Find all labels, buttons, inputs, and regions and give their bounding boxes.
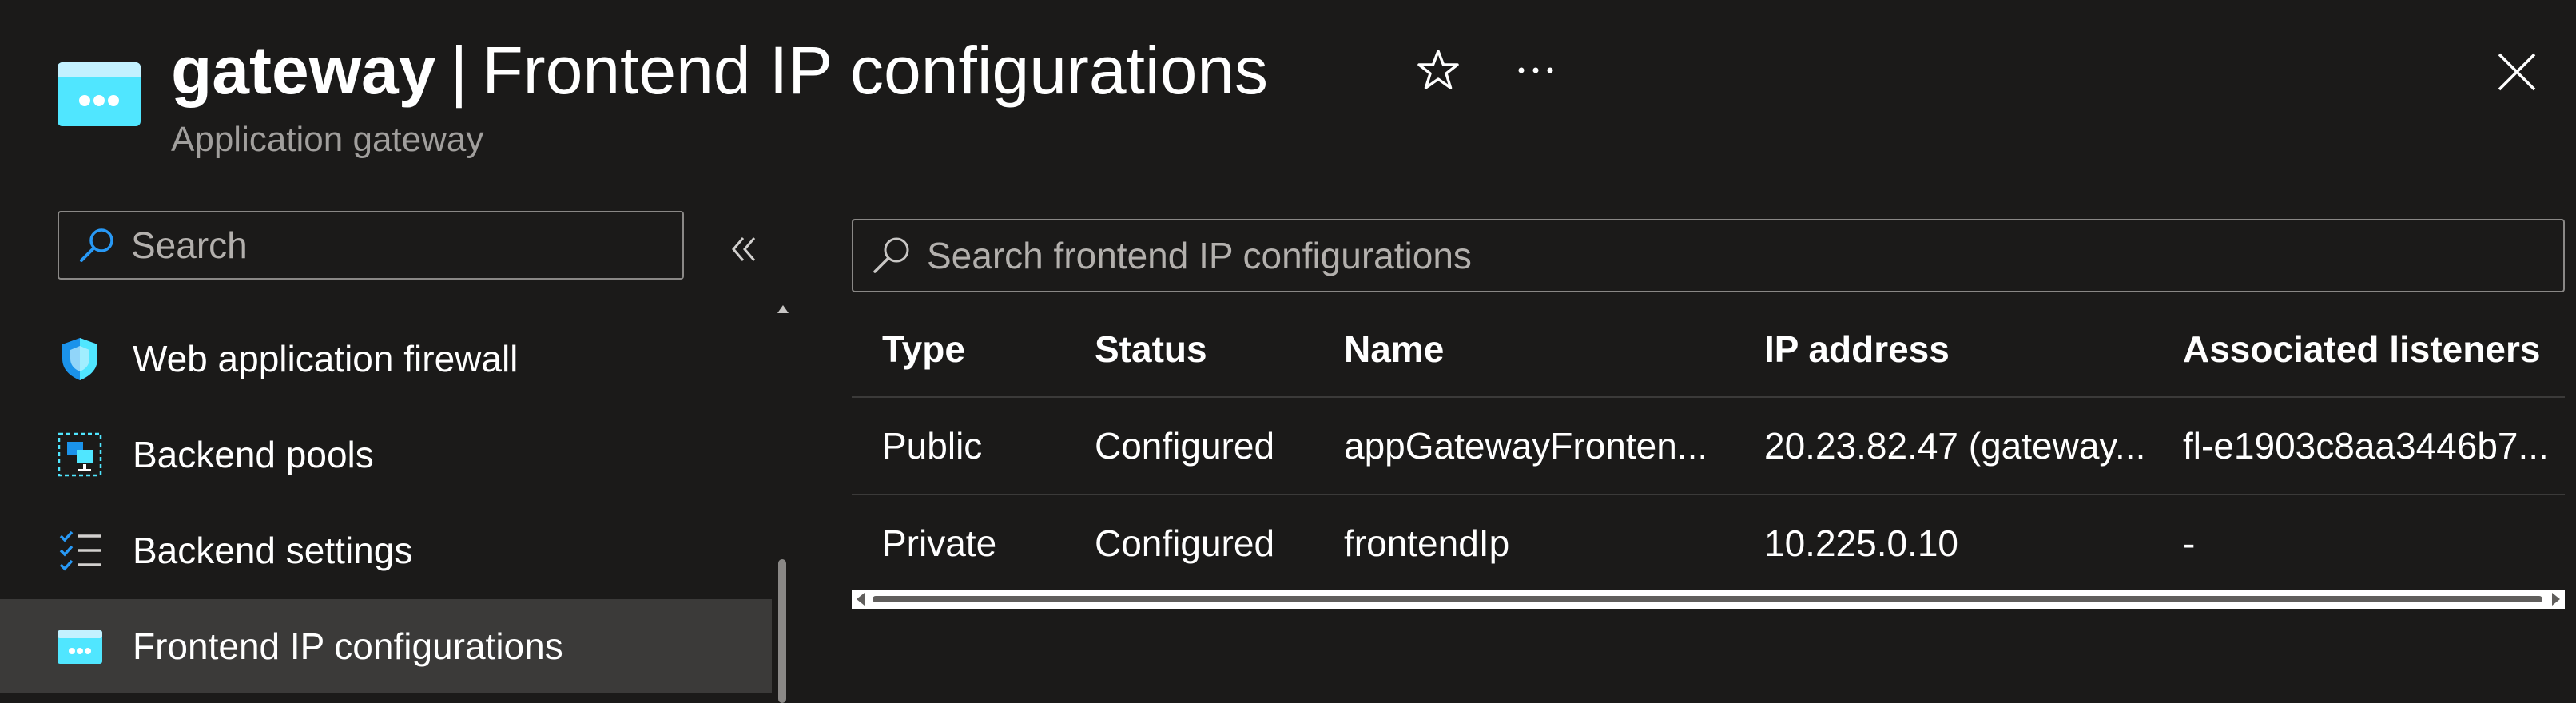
cell-ip-address[interactable]: 20.23.82.47 (gateway... <box>1764 398 2164 494</box>
column-header-status[interactable]: Status <box>1095 302 1334 396</box>
double-chevron-left-icon <box>732 237 756 261</box>
sidebar-item-backend-settings[interactable]: Backend settings <box>0 503 772 598</box>
cell-status: Configured <box>1095 425 1275 467</box>
column-header-associated-listeners[interactable]: Associated listeners <box>2183 302 2565 396</box>
more-icon <box>1518 67 1553 73</box>
cell-type: Private <box>882 522 997 564</box>
checklist-icon <box>59 530 101 571</box>
sidebar-item-label: Web application firewall <box>133 338 519 379</box>
table-header-row: Type Status Name IP address Associated l… <box>852 302 2565 398</box>
sidebar-search-input[interactable] <box>129 223 644 268</box>
resource-type-subtitle: Application gateway <box>171 120 484 159</box>
frontend-ip-search-input[interactable] <box>925 233 2447 278</box>
favorite-button[interactable] <box>1413 45 1464 96</box>
shield-icon <box>62 338 97 380</box>
page-title: gateway | Frontend IP configurations <box>171 29 1268 112</box>
blade-title: Frontend IP configurations <box>482 32 1269 108</box>
column-header-type[interactable]: Type <box>882 302 1082 396</box>
table-row[interactable]: Public Configured appGatewayFronten... 2… <box>852 398 2565 495</box>
scroll-up-arrow[interactable] <box>775 302 791 318</box>
close-button[interactable] <box>2491 46 2542 97</box>
table-row[interactable]: Private Configured frontendIp 10.225.0.1… <box>852 495 2565 593</box>
cell-associated-listeners[interactable]: fl-e1903c8aa3446b7... <box>2183 398 2565 494</box>
scroll-right-arrow[interactable] <box>2552 593 2560 606</box>
star-icon <box>1417 50 1459 89</box>
application-gateway-icon <box>58 62 141 126</box>
table-horizontal-scrollbar[interactable] <box>852 590 2565 609</box>
triangle-up-icon <box>777 305 789 313</box>
cell-name[interactable]: appGatewayFronten... <box>1344 398 1743 494</box>
cell-ip-address: 10.225.0.10 <box>1764 522 1959 564</box>
horizontal-scrollbar-thumb[interactable] <box>873 596 2542 602</box>
cell-status: Configured <box>1095 522 1275 564</box>
frontend-ip-search-box[interactable] <box>852 219 2565 292</box>
backend-pools-icon <box>58 432 102 477</box>
sidebar-item-label: Backend pools <box>133 434 374 475</box>
sidebar-scrollbar-thumb[interactable] <box>778 559 786 703</box>
sidebar-item-frontend-ip-configurations[interactable]: Frontend IP configurations <box>0 599 772 693</box>
sidebar-item-web-application-firewall[interactable]: Web application firewall <box>0 312 772 406</box>
search-icon <box>873 237 909 273</box>
frontend-ip-icon <box>58 630 102 664</box>
sidebar-item-label: Backend settings <box>133 530 413 571</box>
scroll-left-arrow[interactable] <box>857 593 865 606</box>
more-actions-button[interactable] <box>1510 45 1561 96</box>
column-header-ip-address[interactable]: IP address <box>1764 302 2164 396</box>
search-icon <box>80 228 113 262</box>
column-header-name[interactable]: Name <box>1344 302 1743 396</box>
sidebar-search-box[interactable] <box>58 211 684 280</box>
cell-name[interactable]: frontendIp <box>1344 495 1743 591</box>
sidebar-item-backend-pools[interactable]: Backend pools <box>0 407 772 502</box>
sidebar-item-label: Frontend IP configurations <box>133 626 563 667</box>
cell-associated-listeners: - <box>2183 522 2196 564</box>
close-icon <box>2498 53 2536 91</box>
cell-type: Public <box>882 425 983 467</box>
resource-name: gateway <box>171 32 436 108</box>
collapse-sidebar-button[interactable] <box>719 224 770 275</box>
title-separator: | <box>450 32 468 108</box>
frontend-ip-table: Type Status Name IP address Associated l… <box>852 302 2565 593</box>
